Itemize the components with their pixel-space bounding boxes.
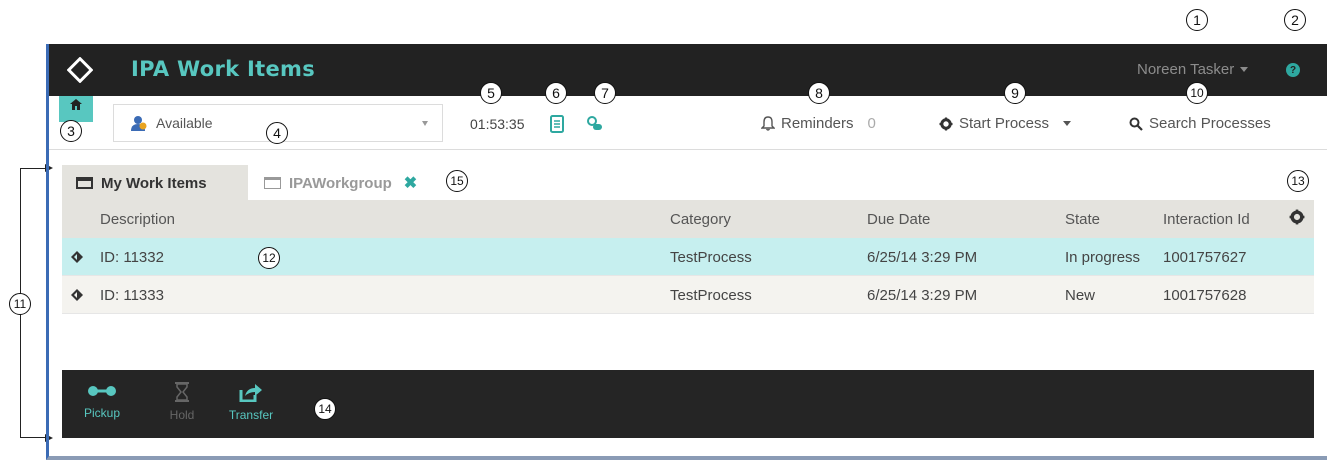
pickup-button[interactable]: Pickup (74, 382, 130, 420)
start-process-label: Start Process (959, 115, 1050, 132)
user-name: Noreen Tasker (1137, 61, 1235, 78)
cell-due-date: 6/25/14 3:29 PM (867, 249, 978, 266)
document-icon[interactable] (548, 115, 566, 133)
top-bar: IPA Work Items Noreen Tasker ? (49, 44, 1327, 96)
column-header[interactable]: Due Date (867, 211, 930, 228)
callout-10: 10 (1186, 82, 1208, 104)
chevron-down-icon (422, 121, 428, 126)
work-item-icon (71, 289, 83, 301)
search-icon (1129, 117, 1143, 131)
session-timer: 01:53:35 (470, 116, 525, 132)
callout-1: 1 (1186, 9, 1208, 31)
home-icon (70, 99, 82, 110)
tab-label: IPAWorkgroup (289, 174, 392, 192)
cell-state: New (1065, 287, 1096, 304)
column-header[interactable]: Description (100, 211, 175, 228)
callout-9: 9 (1004, 82, 1026, 104)
cell-description: ID: 11333 (100, 287, 164, 304)
callout-2: 2 (1284, 9, 1306, 31)
cell-state: In progress (1065, 249, 1141, 266)
callout-13: 13 (1287, 170, 1309, 192)
callout-4: 4 (266, 122, 288, 144)
tab-my-work-items[interactable]: My Work Items (62, 165, 248, 201)
table-row[interactable]: ID: 11332 TestProcess 6/25/14 3:29 PM In… (62, 238, 1314, 276)
work-item-icon (71, 251, 83, 263)
callout-12: 12 (258, 247, 280, 269)
cell-due-date: 6/25/14 3:29 PM (867, 287, 978, 304)
callout-11: 11 (9, 293, 31, 315)
transfer-button[interactable]: Transfer (223, 382, 279, 422)
hold-button[interactable]: Hold (154, 382, 210, 422)
gear-icon (939, 117, 953, 130)
toolbar: Available 01:53:35 Reminders 0 Start Pro… (49, 96, 1327, 150)
status-user-icon (131, 116, 147, 131)
callout-3: 3 (60, 120, 82, 142)
callout-8: 8 (808, 82, 830, 104)
share-icon (239, 384, 262, 402)
chevron-down-icon (1063, 121, 1072, 126)
cell-description: ID: 11332 (100, 249, 164, 266)
inbox-icon (264, 177, 281, 189)
callout-6: 6 (545, 82, 567, 104)
column-header[interactable]: Category (670, 211, 731, 228)
start-process-button[interactable]: Start Process (939, 115, 1072, 132)
callout-14: 14 (314, 398, 336, 420)
status-value: Available (156, 115, 213, 131)
bell-icon (761, 116, 775, 131)
cell-category: TestProcess (670, 249, 752, 266)
hourglass-icon (175, 382, 189, 402)
callout-7: 7 (594, 82, 616, 104)
interaction-icon[interactable] (586, 115, 604, 133)
home-button[interactable] (59, 96, 93, 122)
action-bar: Pickup Hold Transfer (62, 370, 1314, 438)
transfer-label: Transfer (228, 408, 274, 422)
cell-category: TestProcess (670, 287, 752, 304)
gear-icon[interactable] (1289, 209, 1305, 225)
user-menu[interactable]: Noreen Tasker (1137, 61, 1249, 78)
tab-strip: My Work Items IPAWorkgroup ✖ (62, 165, 1314, 201)
question-icon[interactable]: ? (1286, 63, 1300, 77)
callout-15: 15 (446, 170, 468, 192)
work-items-grid: Description Category Due Date State Inte… (62, 200, 1314, 314)
cell-interaction-id: 1001757627 (1163, 249, 1247, 266)
column-header[interactable]: Interaction Id (1163, 211, 1250, 228)
column-header[interactable]: State (1065, 211, 1100, 228)
close-icon[interactable]: ✖ (404, 173, 417, 193)
inbox-icon (76, 177, 93, 189)
reminders-label: Reminders (781, 115, 854, 132)
diamond-logo-icon (67, 57, 93, 83)
pickup-icon (88, 386, 116, 396)
grid-header: Description Category Due Date State Inte… (62, 200, 1314, 238)
pickup-label: Pickup (83, 406, 121, 420)
search-processes-label: Search Processes (1149, 115, 1271, 132)
reminders-button[interactable]: Reminders 0 (761, 115, 876, 132)
tab-label: My Work Items (101, 174, 207, 192)
callout-5: 5 (480, 82, 502, 104)
hold-label: Hold (169, 408, 195, 422)
chevron-down-icon (1240, 67, 1249, 72)
table-row[interactable]: ID: 11333 TestProcess 6/25/14 3:29 PM Ne… (62, 276, 1314, 314)
cell-interaction-id: 1001757628 (1163, 287, 1247, 304)
reminders-count: 0 (867, 115, 876, 132)
app-title: IPA Work Items (131, 57, 315, 81)
search-processes-button[interactable]: Search Processes (1129, 115, 1271, 132)
